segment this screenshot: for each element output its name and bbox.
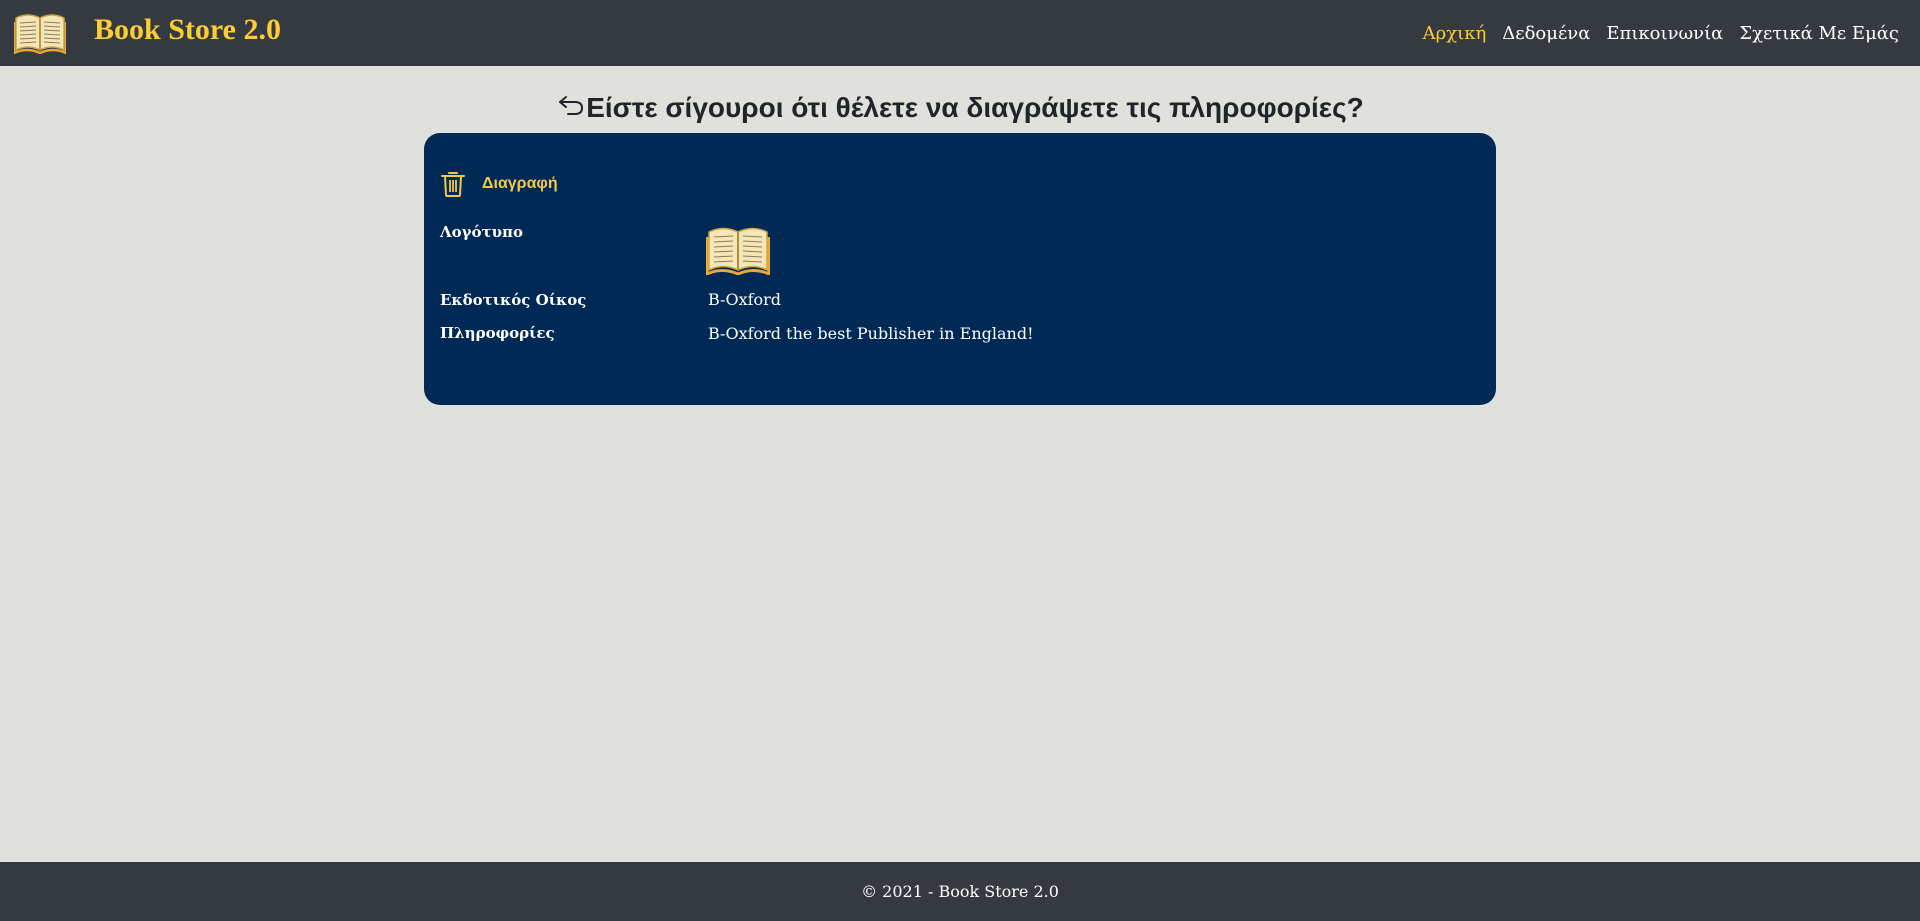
- back-arrow-icon[interactable]: [556, 91, 586, 121]
- navbar: Book Store 2.0 Αρχική Δεδομένα Επικοινων…: [0, 0, 1920, 66]
- open-book-icon[interactable]: [12, 10, 68, 55]
- heading-text: Είστε σίγουροι ότι θέλετε να διαγράψετε …: [586, 92, 1364, 123]
- publisher-details-card: Διαγραφή Λογότυπο Εκδοτικός Οίκος B-Oxfo…: [424, 133, 1496, 405]
- info-value: B-Oxford the best Publisher in England!: [708, 324, 1034, 343]
- publisher-label: Εκδοτικός Οίκος: [440, 291, 587, 309]
- brand-name[interactable]: Book Store 2.0: [94, 12, 281, 48]
- footer-text: © 2021 - Book Store 2.0: [861, 882, 1059, 901]
- page-heading: Είστε σίγουροι ότι θέλετε να διαγράψετε …: [0, 88, 1920, 128]
- nav-links: Αρχική Δεδομένα Επικοινωνία Σχετικά Με Ε…: [1423, 0, 1899, 66]
- nav-link-about[interactable]: Σχετικά Με Εμάς: [1739, 23, 1899, 44]
- open-book-icon: [705, 223, 771, 277]
- nav-link-data[interactable]: Δεδομένα: [1502, 23, 1590, 44]
- delete-button[interactable]: Διαγραφή: [440, 170, 558, 198]
- nav-link-home[interactable]: Αρχική: [1423, 23, 1487, 44]
- publisher-value: B-Oxford: [708, 290, 782, 309]
- footer: © 2021 - Book Store 2.0: [0, 862, 1920, 921]
- nav-link-contact[interactable]: Επικοινωνία: [1606, 23, 1723, 44]
- delete-label: Διαγραφή: [482, 175, 558, 192]
- trash-icon: [440, 170, 466, 198]
- info-label: Πληροφορίες: [440, 324, 555, 342]
- logo-label: Λογότυπο: [440, 223, 524, 241]
